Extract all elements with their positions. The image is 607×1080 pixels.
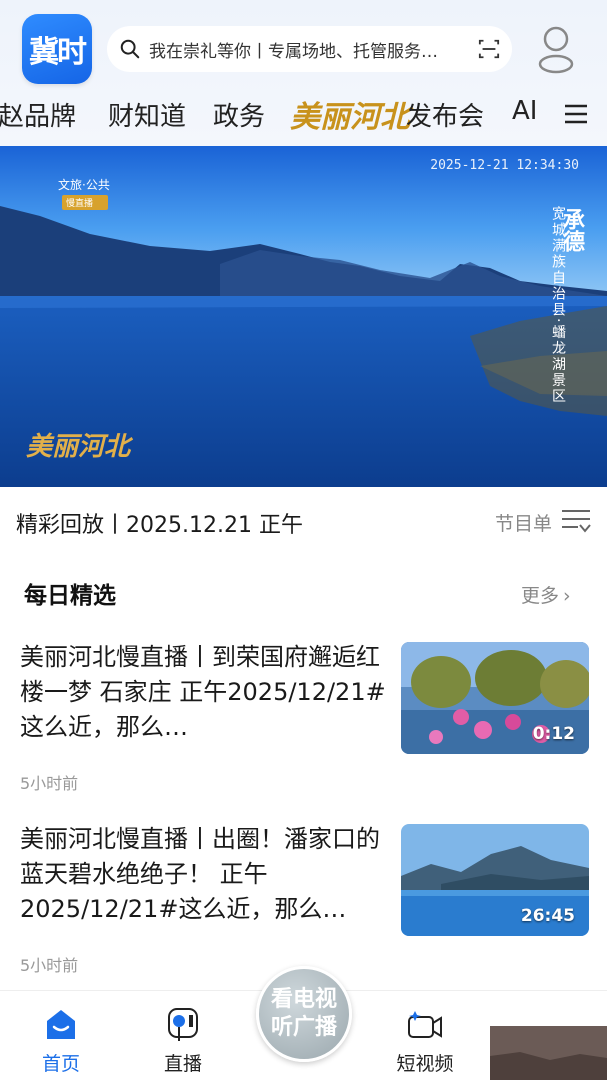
app-logo[interactable]: 冀时 bbox=[22, 14, 92, 84]
tab-ai[interactable]: AI bbox=[512, 96, 537, 126]
item-title: 美丽河北慢直播丨出圈！潘家口的蓝天碧水绝绝子！ 正午2025/12/21#这么近… bbox=[20, 825, 380, 923]
video-thumbnail[interactable]: 26:45 bbox=[401, 824, 589, 936]
scan-icon[interactable] bbox=[478, 38, 500, 60]
center-label-line1: 看电视 bbox=[270, 987, 337, 1012]
item-time: 5小时前 bbox=[20, 956, 79, 975]
tab-live[interactable]: 直播 bbox=[138, 991, 228, 1076]
floating-thumbnail[interactable] bbox=[490, 1026, 607, 1080]
search-placeholder: 我在崇礼等你丨专属场地、托管服务… bbox=[149, 41, 438, 62]
program-list-icon[interactable] bbox=[560, 507, 592, 535]
badge-main: 文旅·公共 bbox=[58, 178, 110, 192]
live-video-player[interactable]: 2025-12-21 12:34:30 文旅·公共 慢直播 承德 宽城满族自治县… bbox=[0, 146, 607, 487]
location-detail: 宽城满族自治县·蟠龙湖景区 bbox=[550, 206, 566, 405]
channel-badge: 文旅·公共 慢直播 bbox=[28, 176, 110, 210]
home-icon bbox=[47, 1010, 75, 1039]
search-bar[interactable]: 我在崇礼等你丨专属场地、托管服务… bbox=[107, 26, 512, 72]
brand-watermark: 美丽河北 bbox=[26, 432, 131, 462]
more-link[interactable]: 更多 › bbox=[521, 581, 571, 608]
tab-finance[interactable]: 财知道 bbox=[108, 96, 186, 133]
floating-image bbox=[490, 1026, 607, 1080]
search-icon bbox=[120, 39, 140, 59]
tab-press-conference[interactable]: 发布会 bbox=[406, 96, 484, 133]
replay-bar: 精彩回放丨2025.12.21 正午 节目单 bbox=[0, 487, 607, 557]
tab-short-video[interactable]: 短视频 bbox=[380, 991, 470, 1076]
top-header: 冀时 我在崇礼等你丨专属场地、托管服务… 燕赵品牌 财知道 政务 美丽河北 发布… bbox=[0, 0, 607, 146]
stream-timestamp: 2025-12-21 12:34:30 bbox=[430, 158, 579, 173]
center-label-line2: 听广播 bbox=[270, 1015, 337, 1040]
video-duration: 26:45 bbox=[520, 906, 575, 926]
replay-label: 精彩回放丨2025.12.21 正午 bbox=[16, 513, 303, 538]
tv-radio-button[interactable]: 看电视 听广播 bbox=[256, 966, 352, 1062]
menu-icon[interactable] bbox=[563, 102, 589, 126]
badge-sub: 慢直播 bbox=[62, 195, 108, 210]
tab-home-label: 首页 bbox=[41, 1053, 80, 1075]
tab-beautiful-hebei[interactable]: 美丽河北 bbox=[290, 92, 410, 136]
live-broadcast-icon bbox=[168, 1008, 198, 1041]
channel-nav: 燕赵品牌 财知道 政务 美丽河北 发布会 AI bbox=[0, 88, 607, 142]
program-schedule-link[interactable]: 节目单 bbox=[495, 509, 552, 536]
user-profile-icon[interactable] bbox=[534, 24, 578, 74]
chevron-right-icon: › bbox=[563, 585, 571, 607]
tab-short-video-label: 短视频 bbox=[396, 1053, 454, 1075]
video-duration: 0:12 bbox=[532, 724, 575, 744]
section-title-daily: 每日精选 bbox=[24, 583, 116, 609]
video-camera-icon bbox=[408, 1011, 442, 1038]
video-thumbnail[interactable]: 0:12 bbox=[401, 642, 589, 754]
item-time: 5小时前 bbox=[20, 774, 79, 793]
item-title: 美丽河北慢直播丨到荣国府邂逅红楼一梦 石家庄 正午2025/12/21#这么近，… bbox=[20, 643, 386, 741]
tab-live-label: 直播 bbox=[163, 1053, 202, 1075]
tab-government[interactable]: 政务 bbox=[213, 96, 265, 133]
tab-yanzhao-brand[interactable]: 燕赵品牌 bbox=[0, 96, 76, 133]
more-label: 更多 bbox=[521, 585, 560, 607]
tab-home[interactable]: 首页 bbox=[16, 991, 106, 1076]
